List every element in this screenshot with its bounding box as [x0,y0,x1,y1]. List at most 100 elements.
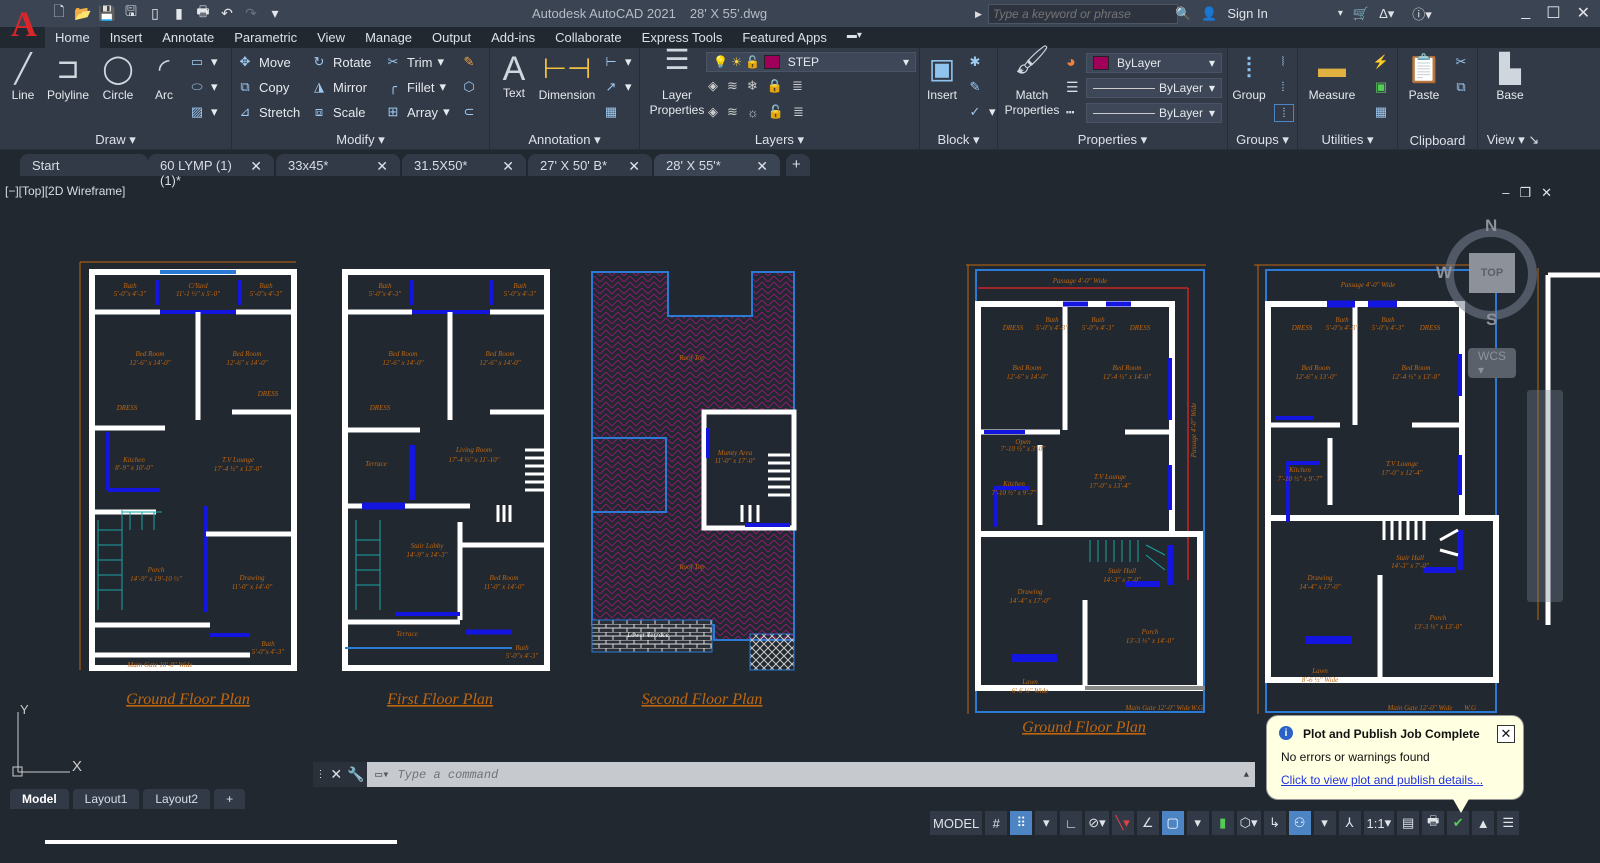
lineweight-dropdown[interactable]: ByLayer ▾ [1086,78,1222,98]
annotation-panel-label[interactable]: Annotation ▾ [490,132,639,148]
grip-icon[interactable]: ⋮ [315,769,325,780]
layer-freeze-icon[interactable]: ❄ [747,78,758,94]
dynamic-ucs-icon[interactable]: ↳ [1263,811,1286,835]
save-as-icon[interactable]: 🖫 [122,3,140,22]
cut-button[interactable]: ✂ [1452,54,1470,70]
close-tab-icon[interactable]: ✕ [628,158,640,174]
groups-panel-label[interactable]: Groups ▾ [1228,132,1297,148]
circle-button[interactable]: ◯ Circle [98,52,138,102]
group-edit-button[interactable]: ⦙ [1274,79,1292,95]
doc-tab-start[interactable]: Start [20,154,148,176]
autodesk-app-icon[interactable]: Δ▾ [1379,6,1394,22]
command-history-icon[interactable]: ▭▾ [375,767,389,782]
table-button[interactable]: ▦ [602,104,620,120]
autocad-logo[interactable]: A [4,2,44,46]
text-button[interactable]: A Text [496,50,532,100]
match-properties-button[interactable]: 🖌 Match Properties [1002,46,1062,118]
trim-button[interactable]: ✂ Trim ▾ [384,54,445,70]
layer-off-icon[interactable]: ◈ [708,78,718,94]
doc-tab[interactable]: 31.5X50* ✕ [402,154,526,176]
viewport-minimize-icon[interactable]: – [1502,185,1509,201]
close-icon[interactable]: ✕ [1577,3,1590,23]
lineweight-toggle-icon[interactable]: ▮ [1211,811,1234,835]
doc-tab-active[interactable]: 28' X 55'* ✕ [654,154,780,176]
ungroup-button[interactable]: ⦚ [1274,54,1292,70]
array-button[interactable]: ⊞ Array ▾ [384,104,450,120]
polar-tracking-icon[interactable]: ⊘▾ [1085,811,1109,835]
help-icon[interactable]: ⓘ▾ [1412,4,1432,23]
edit-attributes-button[interactable]: ✓ ▾ [966,104,996,120]
block-panel-label[interactable]: Block ▾ [920,132,997,148]
tab-parametric[interactable]: Parametric [224,27,307,48]
color-dropdown[interactable]: ByLayer ▾ [1086,53,1222,73]
tab-featured-apps[interactable]: Featured Apps [732,27,837,48]
object-snap-tracking-icon[interactable]: ∠ [1136,811,1159,835]
add-layout-button[interactable]: + [214,789,246,809]
compass-south[interactable]: S [1486,310,1497,330]
minimize-icon[interactable]: _ [1521,3,1530,23]
ortho-icon[interactable]: ∟ [1060,811,1083,835]
arc-button[interactable]: ◜ Arc [146,52,182,102]
tab-layout2[interactable]: Layout2 [143,789,211,809]
calculator-button[interactable]: ▦ [1372,104,1390,120]
doc-tab[interactable]: 27' X 50' B* ✕ [528,154,652,176]
open-icon[interactable]: 📂 [74,4,92,22]
modify-panel-label[interactable]: Modify ▾ [232,132,489,148]
plot-status-icon[interactable]: 🖶 [1422,811,1445,835]
tab-output[interactable]: Output [422,27,481,48]
drawing-canvas[interactable]: Bath 5'-0"x 4'-3" C/Yard 11'-1 ½" x 5'-0… [0,200,1600,760]
redo-icon[interactable]: ↷ [242,4,260,22]
snap-dropdown-icon[interactable]: ▾ [1035,811,1058,835]
search-icon[interactable]: 🔍 [1175,6,1191,22]
close-tab-icon[interactable]: ✕ [756,158,768,174]
save-icon[interactable]: 💾 [98,4,116,22]
explode-button[interactable]: ⬡ [460,79,478,95]
layer-unlock-icon[interactable]: 🔓 [768,104,784,120]
group-button[interactable]: ⦙ Group [1228,52,1270,102]
base-button[interactable]: ▙ Base [1488,52,1532,102]
wrench-icon[interactable]: 🔧 [347,766,364,783]
dropdown-icon[interactable]: ▾ [1338,8,1343,19]
expand-arrow-icon[interactable]: ▶ [975,9,982,20]
linetype-dropdown[interactable]: ByLayer ▾ [1086,103,1222,123]
grid-icon[interactable]: # [985,811,1008,835]
dimension-button[interactable]: ⊢⊣ Dimension [536,52,598,102]
customization-menu-icon[interactable]: ☰ [1497,811,1520,835]
polyline-button[interactable]: ⊐ Polyline [44,52,92,102]
doc-tab[interactable]: 60 LYMP (1) (1)* ✕ [148,154,274,188]
hatch-button[interactable]: ▨ ▾ [188,104,218,120]
selection-cycling-icon[interactable]: ⚇ [1288,811,1311,835]
properties-panel-label[interactable]: Properties ▾ [998,132,1227,148]
compass-west[interactable]: W [1436,263,1452,283]
layer-match-icon[interactable]: ≣ [792,78,803,94]
tab-insert[interactable]: Insert [100,27,153,48]
command-line-grip[interactable]: ⋮ ✕ 🔧 [313,762,367,787]
paste-button[interactable]: 📋 Paste [1404,52,1444,102]
help-search-input[interactable] [987,4,1178,24]
open-web-icon[interactable]: ▯ [146,4,164,22]
close-command-icon[interactable]: ✕ [330,766,342,783]
layer-isolate-icon[interactable]: ≋ [727,78,738,94]
object-snap-icon[interactable]: ▢ [1161,811,1184,835]
leader-button[interactable]: ↗ ▾ [602,79,632,95]
offset-button[interactable]: ⊂ [460,104,478,120]
command-input[interactable]: ▭▾ Type a command ▲ [367,762,1255,787]
view-cube-top-face[interactable]: TOP [1469,253,1515,293]
navigation-bar[interactable] [1527,390,1563,602]
customize-icon[interactable]: ▾ [266,4,284,22]
measure-button[interactable]: ▬ Measure [1306,52,1358,102]
model-space-button[interactable]: MODEL [930,811,983,835]
utilities-panel-label[interactable]: Utilities ▾ [1298,132,1397,148]
viewport-close-icon[interactable]: ✕ [1541,185,1552,201]
isometric-icon[interactable]: ╲▾ [1111,811,1134,835]
insert-button[interactable]: ▣ Insert [922,52,962,102]
rotate-button[interactable]: ↻ Rotate [310,54,372,70]
view-panel-label[interactable]: View ▾ ↘ [1478,132,1548,148]
quick-select-button[interactable]: ⚡ [1372,54,1390,70]
close-tab-icon[interactable]: ✕ [502,158,514,174]
autodesk-desktop-icon[interactable]: ✔ [1447,811,1470,835]
layer-properties-button[interactable]: ☰ Layer Properties [648,46,706,118]
view-details-link[interactable]: Click to view plot and publish details..… [1281,773,1483,787]
tab-collaborate[interactable]: Collaborate [545,27,632,48]
horizontal-scrollbar[interactable] [45,840,397,844]
